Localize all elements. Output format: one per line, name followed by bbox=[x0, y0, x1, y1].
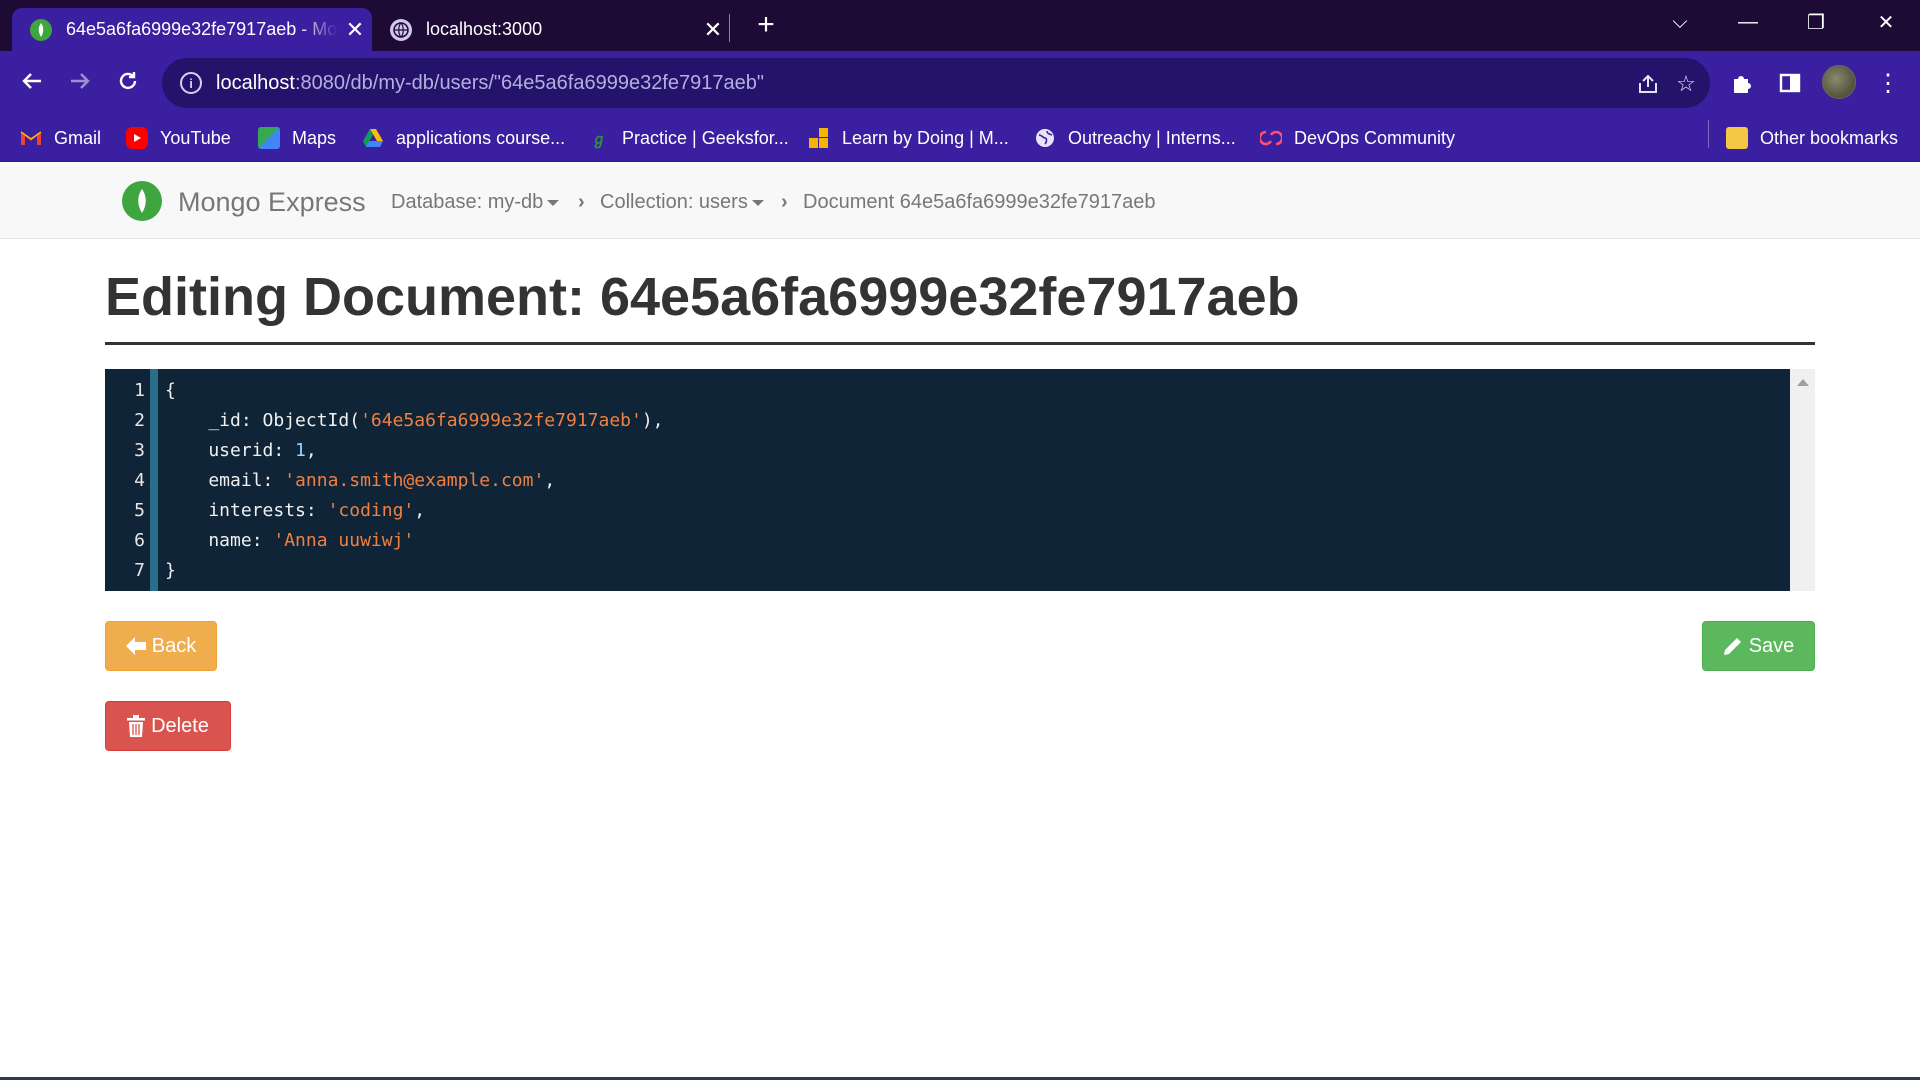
mongo-leaf-icon bbox=[30, 18, 52, 41]
browser-tab-strip: 64e5a6fa6999e32fe7917aeb - Mongo Express… bbox=[0, 0, 1920, 51]
code-line: } bbox=[165, 560, 176, 581]
line-number: 6 bbox=[134, 530, 145, 551]
document-editor[interactable]: 1 2 3 4 5 6 7 { _id: ObjectId('64e5a6fa6… bbox=[105, 369, 1815, 591]
arrow-left-icon bbox=[125, 637, 146, 655]
code-line: name: 'Anna uuwiwj' bbox=[165, 530, 415, 551]
share-icon[interactable] bbox=[1634, 70, 1662, 98]
app-brand[interactable]: Mongo Express bbox=[178, 187, 366, 218]
minimize-button[interactable]: — bbox=[1718, 0, 1778, 44]
url-path: :8080/db/my-db/users/"64e5a6fa6999e32fe7… bbox=[294, 71, 764, 94]
line-number: 3 bbox=[134, 440, 145, 461]
gutter-border bbox=[150, 369, 158, 591]
caret-down-icon bbox=[751, 199, 764, 206]
bookmark-outreachy[interactable]: Outreachy | Interns... bbox=[1034, 124, 1236, 152]
browser-toolbar: i localhost:8080/db/my-db/users/"64e5a6f… bbox=[0, 51, 1920, 114]
bookmark-gmail[interactable]: Gmail bbox=[20, 124, 101, 152]
back-button[interactable]: Back bbox=[105, 621, 217, 671]
learn-icon bbox=[808, 127, 830, 149]
globe-icon bbox=[1034, 127, 1056, 149]
side-panel-icon[interactable] bbox=[1774, 67, 1806, 99]
line-number-gutter: 1 2 3 4 5 6 7 bbox=[105, 369, 150, 591]
tab-mongo-express[interactable]: 64e5a6fa6999e32fe7917aeb - Mongo Express… bbox=[12, 8, 372, 51]
app-navbar: Mongo Express Database: my-db › Collecti… bbox=[0, 163, 1920, 239]
arrow-left-icon bbox=[21, 68, 43, 99]
globe-icon bbox=[390, 18, 412, 41]
breadcrumb-database[interactable]: Database: my-db bbox=[391, 191, 560, 214]
line-number: 4 bbox=[134, 470, 145, 491]
maps-icon bbox=[258, 127, 280, 149]
folder-icon bbox=[1726, 127, 1748, 149]
bookmark-geeksforgeeks[interactable]: ℊ Practice | Geeksfor... bbox=[588, 124, 788, 152]
menu-kebab-icon[interactable]: ⋮ bbox=[1872, 67, 1904, 99]
editor-scrollbar[interactable] bbox=[1790, 369, 1815, 591]
forward-nav-button[interactable] bbox=[60, 63, 100, 103]
line-number: 1 bbox=[134, 380, 145, 401]
bookmark-applications-course[interactable]: applications course... bbox=[362, 124, 565, 152]
line-number: 2 bbox=[134, 410, 145, 431]
geeksforgeeks-icon: ℊ bbox=[591, 130, 607, 148]
code-line: userid: 1, bbox=[165, 440, 317, 461]
devops-icon bbox=[1260, 127, 1282, 149]
reload-button[interactable] bbox=[108, 63, 148, 103]
tab-title: localhost:3000 bbox=[426, 19, 543, 39]
mongo-leaf-icon[interactable] bbox=[122, 181, 162, 221]
bookmark-star-icon[interactable]: ☆ bbox=[1672, 70, 1700, 98]
reload-icon bbox=[117, 68, 139, 99]
other-bookmarks[interactable]: Other bookmarks bbox=[1726, 124, 1898, 152]
scroll-up-icon[interactable] bbox=[1797, 379, 1809, 386]
tab-separator bbox=[729, 14, 730, 42]
tab-localhost-3000[interactable]: localhost:3000 ✕ bbox=[378, 8, 730, 51]
chevron-right-icon: › bbox=[781, 191, 788, 213]
address-bar[interactable]: i localhost:8080/db/my-db/users/"64e5a6f… bbox=[162, 58, 1710, 108]
bookmark-maps[interactable]: Maps bbox=[258, 124, 336, 152]
profile-avatar[interactable] bbox=[1822, 65, 1856, 99]
code-line: { bbox=[165, 380, 176, 401]
new-tab-button[interactable]: + bbox=[748, 8, 784, 44]
line-number: 7 bbox=[134, 560, 145, 581]
chevron-right-icon: › bbox=[578, 191, 585, 213]
restore-button[interactable]: ❐ bbox=[1786, 0, 1846, 44]
bookmarks-bar: Gmail YouTube Maps applications course..… bbox=[0, 114, 1920, 162]
close-tab-icon[interactable]: ✕ bbox=[338, 17, 372, 43]
caret-down-icon bbox=[547, 199, 560, 206]
close-window-button[interactable]: ✕ bbox=[1856, 0, 1916, 44]
pencil-icon bbox=[1723, 636, 1743, 656]
arrow-right-icon bbox=[69, 68, 91, 99]
bookmark-learn-by-doing[interactable]: Learn by Doing | M... bbox=[808, 124, 1009, 152]
code-line: interests: 'coding', bbox=[165, 500, 426, 521]
close-tab-icon[interactable]: ✕ bbox=[696, 17, 730, 43]
back-nav-button[interactable] bbox=[12, 63, 52, 103]
url-host: localhost bbox=[216, 71, 295, 94]
line-number: 5 bbox=[134, 500, 145, 521]
bookmark-youtube[interactable]: YouTube bbox=[126, 124, 231, 152]
tab-title: 64e5a6fa6999e32fe7917aeb - Mongo Express bbox=[66, 19, 338, 39]
trash-icon bbox=[127, 715, 146, 737]
breadcrumb-document: Document 64e5a6fa6999e32fe7917aeb bbox=[803, 191, 1156, 213]
gmail-icon bbox=[20, 127, 42, 149]
code-line: email: 'anna.smith@example.com', bbox=[165, 470, 556, 491]
breadcrumb-collection[interactable]: Collection: users bbox=[600, 191, 764, 214]
page-title: Editing Document: 64e5a6fa6999e32fe7917a… bbox=[105, 267, 1300, 327]
google-drive-icon bbox=[362, 127, 384, 149]
tab-search-button[interactable]: ⌵ bbox=[1650, 0, 1710, 44]
extensions-puzzle-icon[interactable] bbox=[1726, 67, 1758, 99]
site-info-icon[interactable]: i bbox=[180, 72, 202, 94]
delete-button[interactable]: Delete bbox=[105, 701, 231, 751]
code-line: _id: ObjectId('64e5a6fa6999e32fe7917aeb'… bbox=[165, 410, 664, 431]
save-button[interactable]: Save bbox=[1702, 621, 1815, 671]
youtube-icon bbox=[126, 127, 148, 149]
bookmarks-separator bbox=[1708, 120, 1709, 148]
bookmark-devops-community[interactable]: DevOps Community bbox=[1260, 124, 1455, 152]
title-divider bbox=[105, 342, 1815, 345]
